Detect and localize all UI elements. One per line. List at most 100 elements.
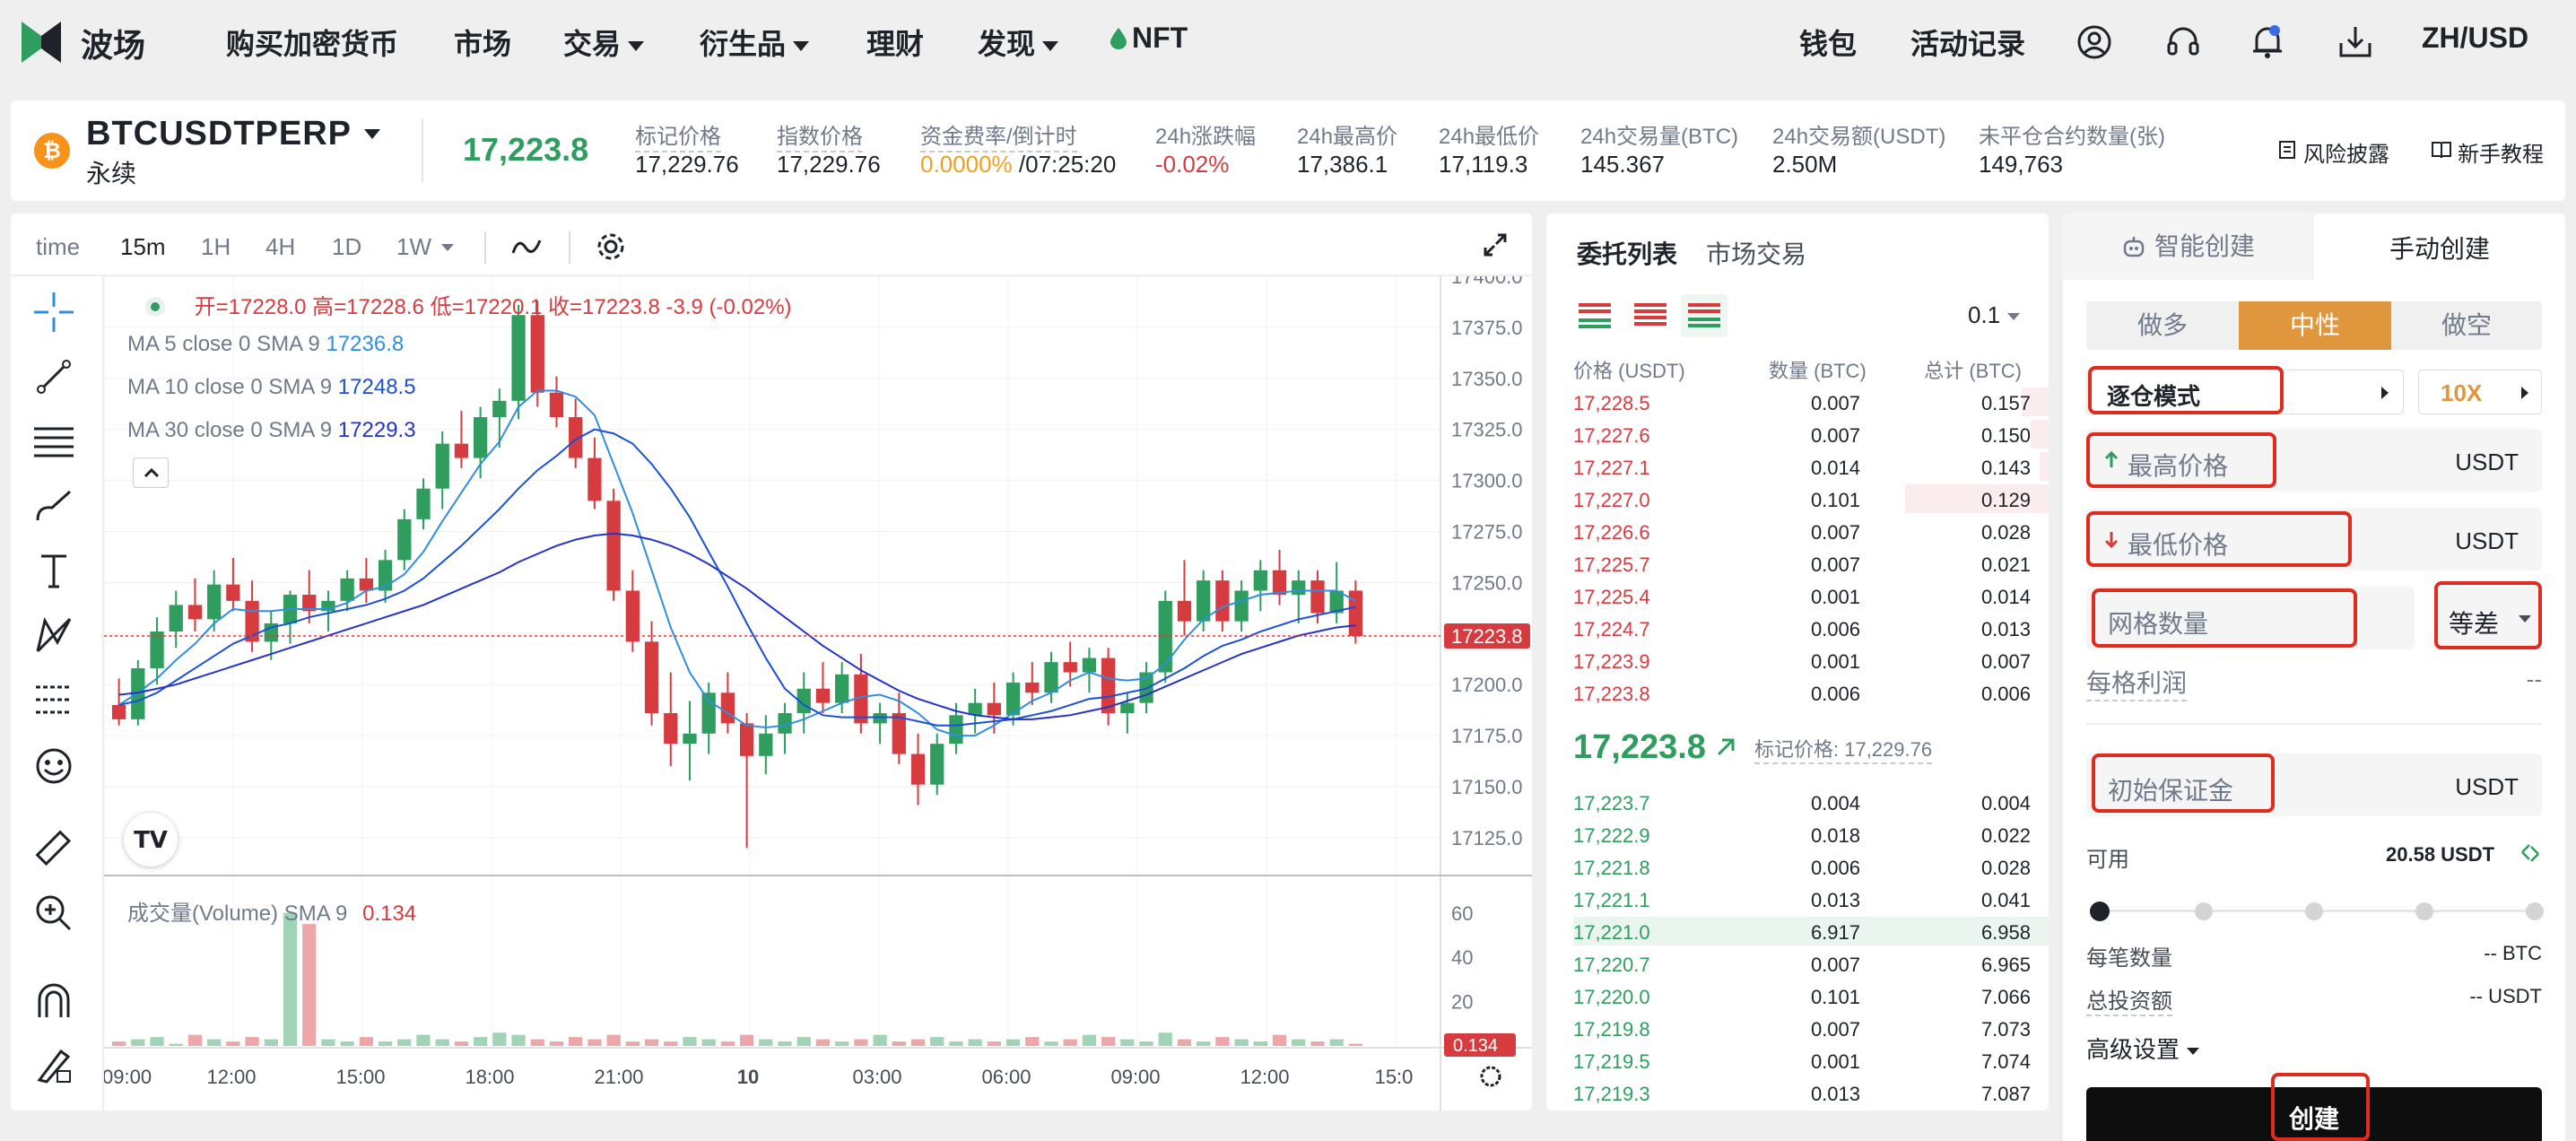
time-tick-label: 03:00: [852, 1066, 901, 1088]
precision-selector[interactable]: 0.1: [1968, 301, 2021, 329]
ask-row[interactable]: 17,223.9 0.001 0.007: [1546, 644, 2049, 676]
bid-row[interactable]: 17,221.1 0.013 0.041: [1546, 883, 2049, 915]
bid-row[interactable]: 17,219.8 0.007 7.073: [1546, 1012, 2049, 1044]
ask-row[interactable]: 17,225.4 0.001 0.014: [1546, 579, 2049, 612]
index-price-label[interactable]: 指数价格: [777, 118, 863, 152]
bid-row[interactable]: 17,220.0 0.101 7.066: [1546, 980, 2049, 1012]
bid-row[interactable]: 17,222.9 0.018 0.022: [1546, 818, 2049, 850]
fullscreen-icon[interactable]: [1482, 231, 1509, 258]
bid-row[interactable]: 17,223.7 0.004 0.004: [1546, 786, 2049, 818]
volume-24h-label: 24h交易量(BTC): [1580, 125, 1739, 149]
nav-derivatives[interactable]: 衍生品: [700, 22, 810, 63]
settings-icon[interactable]: [596, 231, 626, 262]
risk-disclosure-link[interactable]: 风险披露: [2303, 136, 2389, 168]
language-currency-selector[interactable]: ZH/USD: [2422, 22, 2528, 55]
pattern-icon[interactable]: [34, 615, 74, 655]
ask-total: 0.021: [1980, 553, 2031, 576]
bid-row[interactable]: 17,221.8 0.006 0.028: [1546, 850, 2049, 883]
side-short[interactable]: 做空: [2391, 301, 2542, 350]
funding-rate-label[interactable]: 资金费率/倒计时: [920, 118, 1077, 152]
tradingview-logo[interactable]: 𝗧𝗩: [124, 813, 178, 867]
nav-earn[interactable]: 理财: [866, 22, 924, 63]
symbol-name[interactable]: BTCUSDTPERP: [86, 115, 352, 153]
side-long[interactable]: 做多: [2086, 301, 2239, 350]
interval-dropdown-icon[interactable]: [441, 244, 454, 251]
volume-bar: [1329, 1039, 1344, 1046]
tab-smart-create[interactable]: 智能创建: [2063, 213, 2314, 280]
ask-row[interactable]: 17,225.7 0.007 0.021: [1546, 547, 2049, 579]
axis-settings-icon[interactable]: [1480, 1066, 1501, 1087]
emoji-icon[interactable]: [34, 746, 74, 786]
nav-buy-crypto[interactable]: 购买加密货币: [226, 22, 398, 63]
ask-row[interactable]: 17,228.5 0.007 0.157: [1546, 386, 2049, 418]
annotation-grid-count: [2092, 588, 2357, 648]
ask-row[interactable]: 17,226.6 0.007 0.028: [1546, 515, 2049, 547]
chart-style-icon[interactable]: [511, 233, 542, 260]
tab-order-book[interactable]: 委托列表: [1577, 235, 1677, 271]
side-neutral[interactable]: 中性: [2239, 301, 2391, 350]
bell-icon[interactable]: [2250, 22, 2285, 61]
bid-row[interactable]: 17,219.5 0.001 7.074: [1546, 1044, 2049, 1076]
lock-drawing-icon[interactable]: [34, 1046, 74, 1085]
forecast-icon[interactable]: [32, 680, 75, 719]
ask-row[interactable]: 17,223.8 0.006 0.006: [1546, 676, 2049, 709]
ask-row[interactable]: 17,227.1 0.014 0.143: [1546, 450, 2049, 483]
book-bids-button[interactable]: [1681, 294, 1727, 337]
slider-handle[interactable]: [2090, 901, 2110, 921]
visibility-eye-icon[interactable]: [144, 295, 167, 318]
total-investment-label[interactable]: 总投资额: [2086, 983, 2172, 1016]
nav-activity[interactable]: 活动记录: [1910, 22, 2025, 63]
brush-icon[interactable]: [34, 488, 74, 524]
symbol-dropdown-icon[interactable]: [364, 129, 380, 139]
bid-row[interactable]: 17,219.3 0.013 7.087: [1546, 1076, 2049, 1109]
nav-wallet[interactable]: 钱包: [1799, 22, 1857, 63]
tab-market-trades[interactable]: 市场交易: [1706, 235, 1806, 271]
headset-icon[interactable]: [2165, 25, 2201, 59]
mark-price-label[interactable]: 标记价格: [635, 118, 721, 152]
ruler-icon[interactable]: [34, 829, 74, 868]
bid-row[interactable]: 17,220.7 0.007 6.965: [1546, 947, 2049, 980]
leverage-select[interactable]: 10X: [2418, 370, 2542, 414]
brand-logo-icon[interactable]: [22, 22, 61, 63]
user-icon[interactable]: [2077, 25, 2111, 59]
interval-15m[interactable]: 15m: [120, 233, 166, 261]
advanced-settings-label: 高级设置: [2086, 1036, 2180, 1063]
crosshair-icon[interactable]: [32, 291, 75, 334]
profit-per-grid-label[interactable]: 每格利润: [2086, 664, 2188, 701]
tab-manual-create[interactable]: 手动创建: [2389, 230, 2490, 266]
interval-4h[interactable]: 4H: [265, 233, 295, 261]
horizontal-lines-icon[interactable]: [32, 423, 75, 459]
text-icon[interactable]: [38, 553, 70, 588]
ask-row[interactable]: 17,224.7 0.006 0.013: [1546, 612, 2049, 644]
tutorial-link[interactable]: 新手教程: [2458, 136, 2544, 168]
book-asks-icon[interactable]: [1632, 300, 1668, 332]
candle-body: [606, 501, 621, 591]
interval-1d[interactable]: 1D: [332, 233, 361, 261]
volume-bar: [892, 1041, 906, 1046]
nav-markets[interactable]: 市场: [454, 22, 511, 63]
interval-1w[interactable]: 1W: [396, 233, 431, 261]
bid-row[interactable]: 17,221.0 6.917 6.958: [1546, 915, 2049, 947]
margin-slider[interactable]: [2090, 899, 2544, 924]
book-both-icon[interactable]: [1577, 300, 1613, 332]
collapse-legend-button[interactable]: [133, 457, 169, 488]
mark-price-ref[interactable]: 标记价格: 17,229.76: [1754, 734, 1933, 764]
advanced-settings-toggle[interactable]: 高级设置: [2086, 1032, 2200, 1065]
price-chart[interactable]: 17400.0 17375.0 17350.0 17325.0 17300.0 17275…: [104, 276, 1532, 1111]
magnet-icon[interactable]: [34, 981, 74, 1021]
available-label: 可用: [2086, 848, 2129, 872]
nav-discover[interactable]: 发现: [978, 22, 1059, 63]
transfer-icon[interactable]: [2519, 841, 2542, 865]
brand-name[interactable]: 波场: [81, 20, 145, 66]
nav-trade[interactable]: 交易: [563, 22, 645, 63]
ask-row[interactable]: 17,227.0 0.101 0.129: [1546, 483, 2049, 515]
nav-nft[interactable]: NFT: [1110, 22, 1188, 55]
precision-value: 0.1: [1968, 301, 2001, 328]
bid-amount: 6.917: [1810, 921, 1860, 944]
trend-line-icon[interactable]: [36, 359, 72, 395]
zoom-in-icon[interactable]: [34, 893, 74, 933]
download-icon[interactable]: [2337, 23, 2373, 59]
interval-1h[interactable]: 1H: [201, 233, 231, 261]
interval-time[interactable]: time: [36, 233, 80, 261]
ask-row[interactable]: 17,227.6 0.007 0.150: [1546, 418, 2049, 450]
